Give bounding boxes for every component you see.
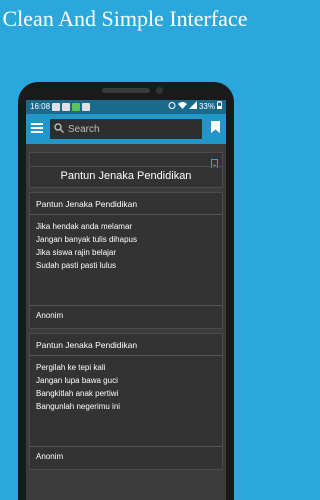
pantun-card-title: Pantun Jenaka Pendidikan [30, 334, 222, 356]
alarm-icon [168, 100, 176, 114]
signal-icon [188, 100, 197, 114]
pantun-line: Jangan banyak tulis dihapus [36, 235, 137, 244]
notification-icon [52, 103, 61, 111]
hamburger-icon [30, 120, 43, 138]
status-bar: 16:08 33% [26, 100, 226, 114]
search-box[interactable] [49, 119, 202, 139]
menu-button[interactable] [30, 121, 44, 137]
search-icon [54, 120, 64, 138]
phone-speaker [102, 88, 150, 93]
status-time: 16:08 [30, 102, 51, 111]
pantun-lines: Pergilah ke tepi kali Jangan lupa bawa g… [30, 356, 222, 446]
pantun-line: Bangkitlah anak pertiwi [36, 389, 119, 398]
bookmark-icon [211, 120, 221, 138]
battery-icon [217, 100, 222, 114]
app-toolbar [26, 114, 226, 144]
pantun-line: Jangan lupa bawa guci [36, 376, 118, 385]
pantun-line: Sudah pasti pasti lulus [36, 261, 117, 270]
notification-icon [82, 103, 91, 111]
promo-title: Clean And Simple Interface [2, 6, 248, 31]
pantun-line: Jika siswa rajin belajar [36, 248, 117, 257]
pantun-card-title: Pantun Jenaka Pendidikan [30, 193, 222, 215]
pantun-card[interactable]: Pantun Jenaka Pendidikan Jika hendak and… [29, 192, 223, 329]
wifi-icon [177, 100, 187, 114]
search-input[interactable] [67, 123, 198, 135]
pantun-author: Anonim [30, 446, 222, 469]
category-title: Pantun Jenaka Pendidikan [30, 166, 222, 182]
notification-icon [62, 103, 71, 111]
pantun-lines: Jika hendak anda melamar Jangan banyak t… [30, 215, 222, 305]
pantun-line: Jika hendak anda melamar [36, 222, 133, 231]
pantun-author: Anonim [30, 305, 222, 328]
app-screen: 16:08 33% Search Pantun Jenaka Pendidika… [26, 100, 226, 500]
battery-text: 33% [198, 102, 215, 111]
pantun-line: Pergilah ke tepi kali [36, 363, 106, 372]
pantun-card[interactable]: Pantun Jenaka Pendidikan Pergilah ke tep… [29, 333, 223, 470]
app-notification-icon [72, 103, 81, 111]
pantun-line: Bangunlah negerimu ini [36, 402, 121, 411]
phone-camera [156, 87, 163, 94]
bookmarks-button[interactable] [210, 121, 222, 137]
content-area: Pantun Jenaka Pendidikan Pantun Jenaka P… [26, 144, 226, 470]
category-header-card: Pantun Jenaka Pendidikan [29, 152, 223, 188]
